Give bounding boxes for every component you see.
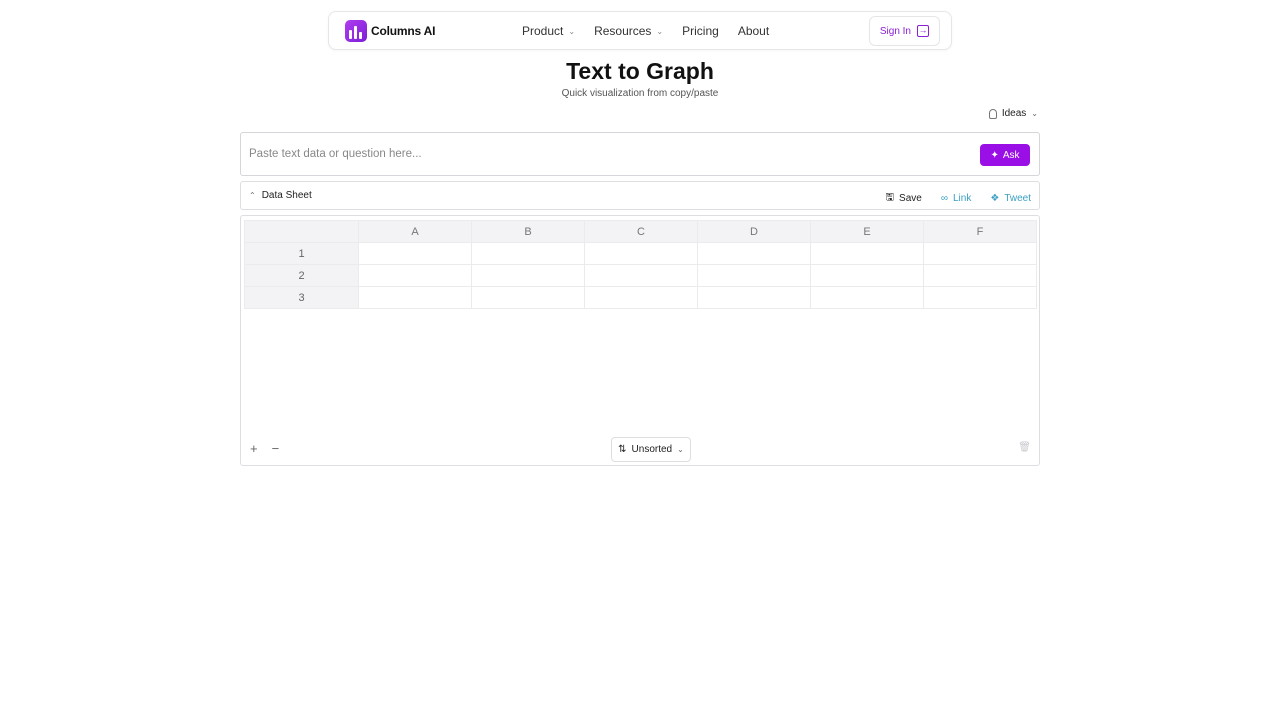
grid-cell[interactable] <box>471 264 585 287</box>
nav-item-resources[interactable]: Resources ⌄ <box>594 24 663 38</box>
chevron-down-icon: ⌄ <box>1031 109 1038 118</box>
grid-cell[interactable] <box>584 242 698 265</box>
grid-cell[interactable] <box>697 264 811 287</box>
data-sheet-header: ⌃ Data Sheet 🖫 Save ∞ Link ❖ Tweet <box>240 181 1040 210</box>
grid-cell[interactable] <box>923 242 1037 265</box>
column-header-d[interactable]: D <box>697 220 811 243</box>
page-subtitle: Quick visualization from copy/paste <box>561 88 719 99</box>
table-row: 3 <box>244 286 1037 309</box>
column-header-e[interactable]: E <box>810 220 924 243</box>
table-row: 1 <box>244 242 1037 265</box>
nav-item-label: Pricing <box>682 24 719 38</box>
main-menu: Product ⌄ Resources ⌄ Pricing About <box>522 24 788 38</box>
data-sheet-label: Data Sheet <box>261 190 312 201</box>
sign-in-icon: → <box>917 25 929 37</box>
table-row: 2 <box>244 264 1037 287</box>
top-navbar: Columns AI Product ⌄ Resources ⌄ Pricing… <box>328 11 952 50</box>
column-header-b[interactable]: B <box>471 220 585 243</box>
trash-icon[interactable]: 🗑 <box>1018 442 1031 453</box>
grid-cell[interactable] <box>697 242 811 265</box>
column-header-row: A B C D E F <box>244 220 1037 243</box>
tweet-label: Tweet <box>1004 193 1031 204</box>
chevron-down-icon: ⌄ <box>656 26 664 36</box>
link-label: Link <box>952 193 972 204</box>
grid-cell[interactable] <box>358 264 472 287</box>
grid-cell[interactable] <box>358 242 472 265</box>
sort-dropdown[interactable]: ⇅ Unsorted ⌄ <box>611 437 691 462</box>
row-controls: + − <box>250 441 279 456</box>
grid-cell[interactable] <box>923 286 1037 309</box>
nav-item-about[interactable]: About <box>738 24 769 38</box>
page-title: Text to Graph <box>566 58 714 84</box>
grid-cell[interactable] <box>810 242 924 265</box>
ask-button-label: Ask <box>1002 149 1020 161</box>
sort-icon: ⇅ <box>618 444 627 455</box>
ask-input[interactable] <box>249 143 969 165</box>
save-icon: 🖫 <box>885 192 895 203</box>
corner-cell[interactable] <box>244 220 359 243</box>
row-header[interactable]: 1 <box>244 242 359 265</box>
ideas-label: Ideas <box>1001 108 1027 119</box>
row-header[interactable]: 2 <box>244 264 359 287</box>
minus-icon[interactable]: − <box>272 441 280 456</box>
chevron-down-icon: ⌄ <box>568 26 576 36</box>
chevron-down-icon: ⌄ <box>677 445 684 454</box>
sign-in-button[interactable]: Sign In → <box>868 16 940 46</box>
column-header-c[interactable]: C <box>584 220 698 243</box>
grid-cell[interactable] <box>697 286 811 309</box>
sign-in-label: Sign In <box>879 25 911 37</box>
tweet-button[interactable]: ❖ Tweet <box>990 190 1031 207</box>
nav-item-label: Product <box>522 24 564 38</box>
grid-cell[interactable] <box>810 286 924 309</box>
grid-cell[interactable] <box>471 286 585 309</box>
sparkle-icon: ✦ <box>990 149 999 161</box>
row-header[interactable]: 3 <box>244 286 359 309</box>
nav-item-pricing[interactable]: Pricing <box>682 24 719 38</box>
plus-icon[interactable]: + <box>250 441 258 456</box>
grid-cell[interactable] <box>584 264 698 287</box>
logo[interactable]: Columns AI <box>345 20 435 42</box>
grid-cell[interactable] <box>810 264 924 287</box>
columns-logo-icon <box>345 20 367 42</box>
lightbulb-icon <box>988 108 997 119</box>
sort-label: Unsorted <box>631 444 673 455</box>
chevron-up-icon: ⌃ <box>249 191 256 200</box>
link-button[interactable]: ∞ Link <box>941 190 972 207</box>
nav-item-label: About <box>737 24 770 38</box>
save-button[interactable]: 🖫 Save <box>886 190 922 207</box>
nav-item-product[interactable]: Product ⌄ <box>522 24 575 38</box>
nav-item-label: Resources <box>594 24 652 38</box>
grid-cell[interactable] <box>471 242 585 265</box>
ask-box: ✦ Ask <box>240 132 1040 176</box>
link-icon: ∞ <box>940 193 948 204</box>
sheet-actions: 🖫 Save ∞ Link ❖ Tweet <box>886 190 1031 207</box>
spreadsheet-table: A B C D E F 1 2 3 <box>244 220 1037 309</box>
column-header-a[interactable]: A <box>358 220 472 243</box>
grid-cell[interactable] <box>923 264 1037 287</box>
ideas-dropdown[interactable]: Ideas ⌄ <box>988 108 1038 119</box>
data-sheet-toggle[interactable]: ⌃ Data Sheet <box>249 190 312 201</box>
logo-text: Columns AI <box>371 24 436 38</box>
column-header-f[interactable]: F <box>923 220 1037 243</box>
data-grid: A B C D E F 1 2 3 + − ⇅ Unsorted ⌄ 🗑 <box>240 215 1040 466</box>
ask-button[interactable]: ✦ Ask <box>980 144 1030 166</box>
twitter-icon: ❖ <box>990 193 1000 204</box>
grid-cell[interactable] <box>358 286 472 309</box>
grid-cell[interactable] <box>584 286 698 309</box>
save-label: Save <box>899 193 922 204</box>
